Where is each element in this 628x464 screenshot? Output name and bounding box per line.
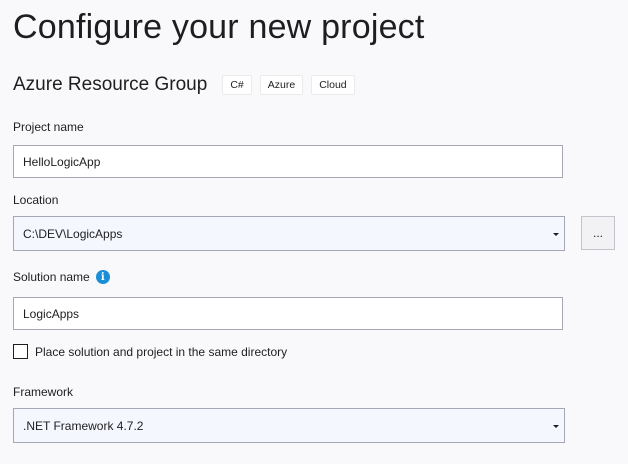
solution-name-label-row: Solution name i <box>13 270 110 284</box>
tag-azure: Azure <box>259 75 304 95</box>
solution-name-label: Solution name <box>13 270 90 284</box>
framework-label: Framework <box>13 385 74 399</box>
framework-value: .NET Framework 4.7.2 <box>23 418 144 433</box>
solution-name-value: LogicApps <box>23 306 80 321</box>
same-directory-label[interactable]: Place solution and project in the same d… <box>35 345 287 359</box>
project-name-input[interactable]: HelloLogicApp <box>13 145 563 178</box>
browse-button[interactable]: ... <box>581 216 615 250</box>
solution-name-input[interactable]: LogicApps <box>13 297 563 330</box>
template-header: Azure Resource Group C# Azure Cloud <box>13 74 363 96</box>
project-name-value: HelloLogicApp <box>23 154 101 169</box>
framework-select[interactable]: .NET Framework 4.7.2 <box>13 408 565 443</box>
project-name-label: Project name <box>13 120 84 134</box>
location-combobox[interactable]: C:\DEV\LogicApps <box>13 216 565 251</box>
template-name: Azure Resource Group <box>13 74 208 95</box>
browse-button-label: ... <box>592 226 603 240</box>
tag-csharp: C# <box>222 75 252 95</box>
same-directory-checkbox[interactable] <box>13 344 28 359</box>
location-value: C:\DEV\LogicApps <box>23 226 123 241</box>
location-label: Location <box>13 193 59 207</box>
info-icon[interactable]: i <box>95 270 110 284</box>
page-title: Configure your new project <box>13 8 425 46</box>
chevron-down-icon[interactable] <box>553 425 559 428</box>
tag-cloud: Cloud <box>311 75 355 95</box>
same-directory-option[interactable]: Place solution and project in the same d… <box>13 344 287 359</box>
chevron-down-icon[interactable] <box>553 233 559 236</box>
